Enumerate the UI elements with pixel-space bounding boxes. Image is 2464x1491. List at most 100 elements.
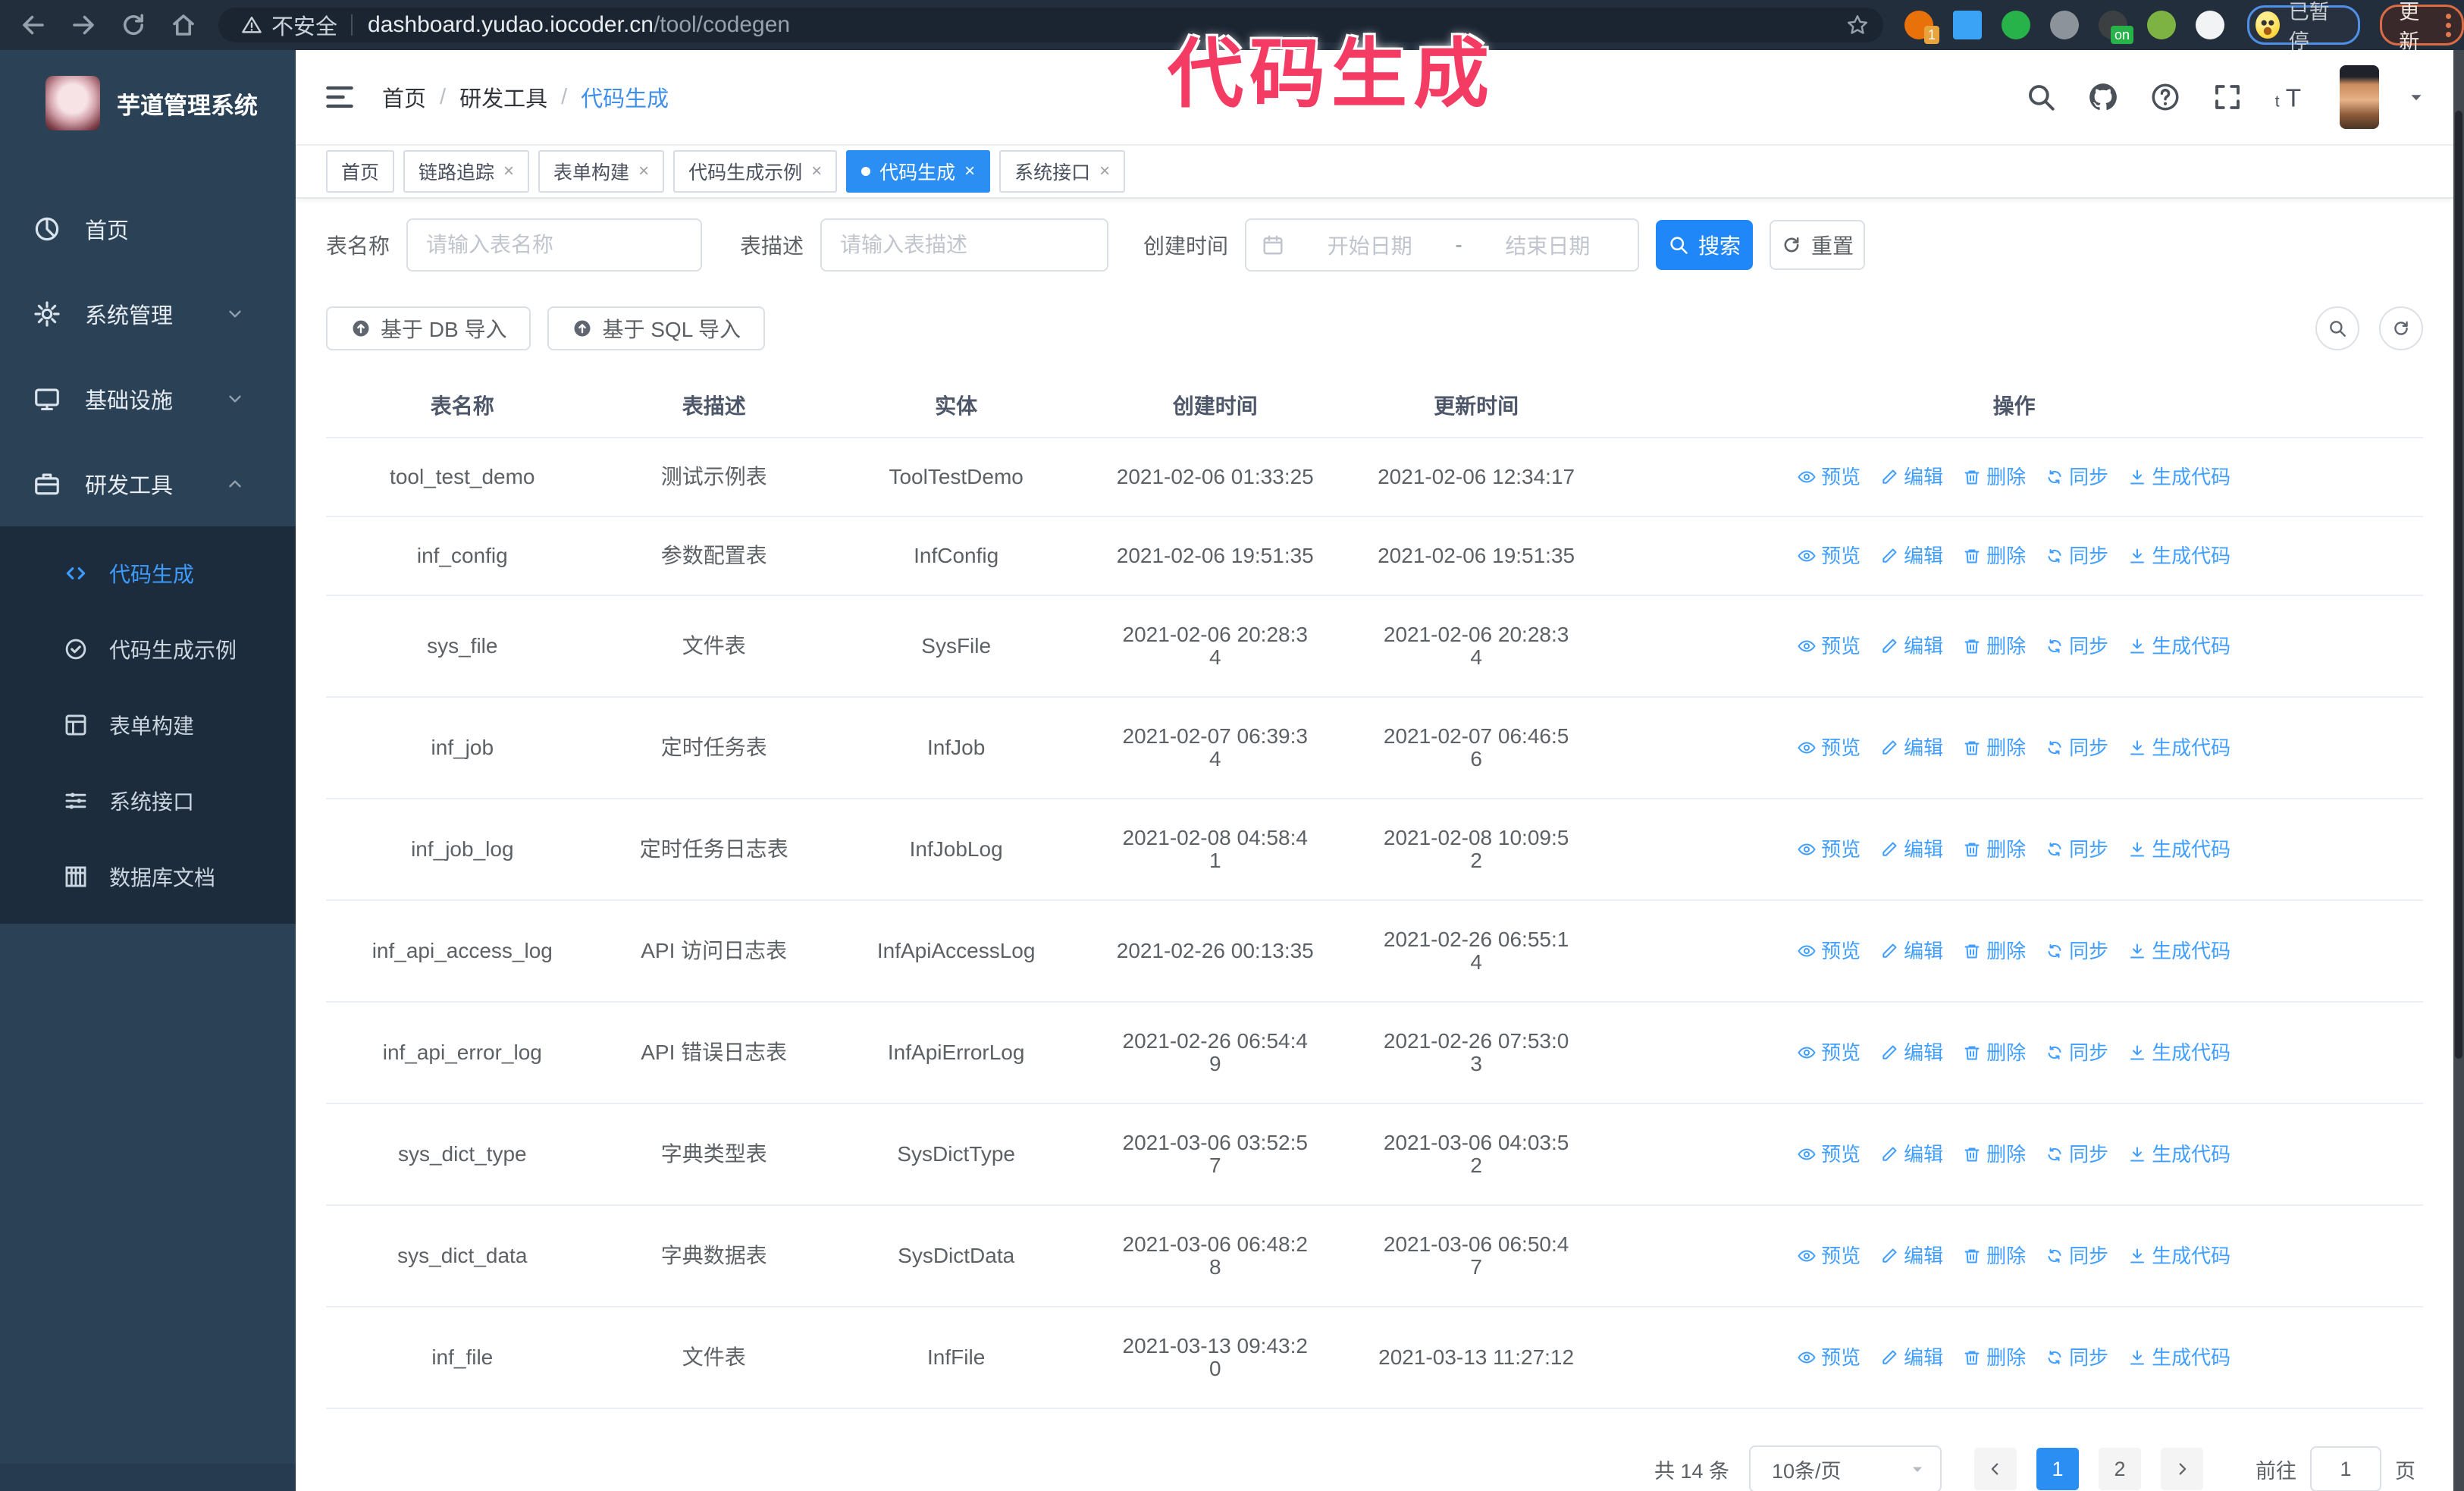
import-db-button[interactable]: 基于 DB 导入 <box>326 306 531 350</box>
row-action-trash[interactable]: 删除 <box>1963 466 2026 488</box>
row-action-edit[interactable]: 编辑 <box>1880 1245 1943 1267</box>
reload-icon[interactable] <box>117 8 150 42</box>
row-action-sync[interactable]: 同步 <box>2045 1143 2108 1166</box>
prev-page-button[interactable] <box>1974 1448 2017 1490</box>
search-icon[interactable] <box>2023 79 2059 115</box>
row-action-sync[interactable]: 同步 <box>2045 1346 2108 1369</box>
row-action-edit[interactable]: 编辑 <box>1880 940 1943 962</box>
sidebar-item-2[interactable]: 基础设施 <box>0 356 296 441</box>
row-action-eye[interactable]: 预览 <box>1798 635 1861 658</box>
sidebar-collapse-bar[interactable] <box>0 1464 296 1491</box>
sidebar-item-1[interactable]: 系统管理 <box>0 272 296 356</box>
breadcrumb-item-1[interactable]: 研发工具 <box>459 81 547 113</box>
tab-1[interactable]: 链路追踪 × <box>403 150 530 193</box>
submenu-item-1[interactable]: 代码生成示例 <box>0 611 296 687</box>
close-icon[interactable]: × <box>811 162 822 180</box>
row-action-download[interactable]: 生成代码 <box>2128 736 2230 759</box>
row-action-trash[interactable]: 删除 <box>1963 1245 2026 1267</box>
row-action-sync[interactable]: 同步 <box>2045 1041 2108 1064</box>
import-sql-button[interactable]: 基于 SQL 导入 <box>547 306 766 350</box>
table-row[interactable]: sys_dict_data 字典数据表 SysDictData 2021-03-… <box>326 1204 2423 1307</box>
app-logo[interactable]: 芋道管理系统 <box>0 50 296 156</box>
row-action-trash[interactable]: 删除 <box>1963 940 2026 962</box>
table-row[interactable]: inf_job 定时任务表 InfJob 2021-02-07 06:39:3 … <box>326 696 2423 799</box>
page-button-1[interactable]: 1 <box>2036 1448 2079 1490</box>
toggle-search-button[interactable] <box>2315 306 2359 350</box>
kebab-menu-icon[interactable] <box>2446 13 2451 37</box>
row-action-trash[interactable]: 删除 <box>1963 1346 2026 1369</box>
search-button[interactable]: 搜索 <box>1656 220 1754 270</box>
row-action-sync[interactable]: 同步 <box>2045 1245 2108 1267</box>
table-row[interactable]: inf_config 参数配置表 InfConfig 2021-02-06 19… <box>326 516 2423 595</box>
tab-4[interactable]: 代码生成 × <box>846 150 991 193</box>
row-action-download[interactable]: 生成代码 <box>2128 1041 2230 1064</box>
row-action-download[interactable]: 生成代码 <box>2128 1143 2230 1166</box>
table-row[interactable]: tool_test_demo 测试示例表 ToolTestDemo 2021-0… <box>326 437 2423 516</box>
close-icon[interactable]: × <box>638 162 649 180</box>
reset-button[interactable]: 重置 <box>1770 220 1866 270</box>
sidebar-item-0[interactable]: 首页 <box>0 187 296 272</box>
start-date-placeholder[interactable]: 开始日期 <box>1295 230 1444 260</box>
table-desc-input[interactable] <box>822 233 1108 257</box>
row-action-download[interactable]: 生成代码 <box>2128 635 2230 658</box>
row-action-download[interactable]: 生成代码 <box>2128 1245 2230 1267</box>
forward-icon[interactable] <box>67 8 100 42</box>
row-action-download[interactable]: 生成代码 <box>2128 545 2230 567</box>
ext-gem-icon[interactable] <box>1953 11 1982 39</box>
user-avatar[interactable] <box>2340 65 2379 129</box>
table-row[interactable]: inf_job_log 定时任务日志表 InfJobLog 2021-02-08… <box>326 798 2423 900</box>
ext-gray-grid-icon[interactable] <box>2050 11 2079 39</box>
table-name-input[interactable] <box>408 233 701 257</box>
table-row[interactable]: sys_dict_type 字典类型表 SysDictType 2021-03-… <box>326 1103 2423 1205</box>
browser-update-button[interactable]: 更新 <box>2380 1 2464 53</box>
row-action-edit[interactable]: 编辑 <box>1880 466 1943 488</box>
row-action-trash[interactable]: 删除 <box>1963 736 2026 759</box>
row-action-download[interactable]: 生成代码 <box>2128 466 2230 488</box>
submenu-item-3[interactable]: 系统接口 <box>0 763 296 839</box>
row-action-sync[interactable]: 同步 <box>2045 545 2108 567</box>
submenu-item-0[interactable]: 代码生成 <box>0 535 296 611</box>
row-action-eye[interactable]: 预览 <box>1798 940 1861 962</box>
question-icon[interactable] <box>2147 79 2183 115</box>
hamburger-icon[interactable] <box>323 80 356 114</box>
ext-green-key-icon[interactable] <box>2147 11 2176 39</box>
row-action-eye[interactable]: 预览 <box>1798 1245 1861 1267</box>
row-action-eye[interactable]: 预览 <box>1798 736 1861 759</box>
fullscreen-icon[interactable] <box>2209 79 2246 115</box>
tab-0[interactable]: 首页 <box>326 150 395 193</box>
refresh-table-button[interactable] <box>2379 306 2423 350</box>
font-size-icon[interactable]: tT <box>2271 79 2308 115</box>
row-action-sync[interactable]: 同步 <box>2045 466 2108 488</box>
submenu-item-2[interactable]: 表单构建 <box>0 687 296 763</box>
end-date-placeholder[interactable]: 结束日期 <box>1473 230 1622 260</box>
row-action-trash[interactable]: 删除 <box>1963 545 2026 567</box>
row-action-sync[interactable]: 同步 <box>2045 838 2108 861</box>
row-action-sync[interactable]: 同步 <box>2045 736 2108 759</box>
back-icon[interactable] <box>17 8 50 42</box>
row-action-edit[interactable]: 编辑 <box>1880 635 1943 658</box>
ext-puzzle-icon[interactable] <box>2196 11 2224 39</box>
breadcrumb-item-0[interactable]: 首页 <box>382 81 426 113</box>
date-range-picker[interactable]: 开始日期 - 结束日期 <box>1245 218 1640 272</box>
row-action-trash[interactable]: 删除 <box>1963 635 2026 658</box>
row-action-edit[interactable]: 编辑 <box>1880 545 1943 567</box>
row-action-eye[interactable]: 预览 <box>1798 1041 1861 1064</box>
row-action-sync[interactable]: 同步 <box>2045 940 2108 962</box>
row-action-download[interactable]: 生成代码 <box>2128 838 2230 861</box>
row-action-edit[interactable]: 编辑 <box>1880 736 1943 759</box>
row-action-edit[interactable]: 编辑 <box>1880 1346 1943 1369</box>
close-icon[interactable]: × <box>1099 162 1110 180</box>
row-action-edit[interactable]: 编辑 <box>1880 1143 1943 1166</box>
close-icon[interactable]: × <box>964 162 975 180</box>
home-icon[interactable] <box>167 8 200 42</box>
tab-3[interactable]: 代码生成示例 × <box>673 150 838 193</box>
submenu-item-4[interactable]: 数据库文档 <box>0 839 296 915</box>
row-action-edit[interactable]: 编辑 <box>1880 838 1943 861</box>
ext-orange-icon[interactable]: 1 <box>1904 11 1939 44</box>
page-size-select[interactable]: 10条/页 <box>1749 1445 1942 1491</box>
address-bar[interactable]: 不安全 dashboard.yudao.iocoder.cn /tool/cod… <box>218 8 1883 42</box>
tab-5[interactable]: 系统接口 × <box>999 150 1126 193</box>
row-action-eye[interactable]: 预览 <box>1798 466 1861 488</box>
row-action-eye[interactable]: 预览 <box>1798 545 1861 567</box>
table-row[interactable]: inf_api_access_log API 访问日志表 InfApiAcces… <box>326 899 2423 1002</box>
